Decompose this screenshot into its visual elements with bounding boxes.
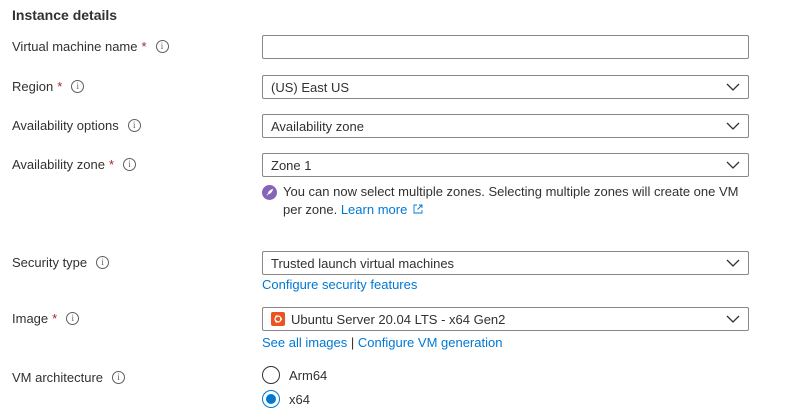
region-label-text: Region <box>12 79 54 94</box>
radio-label: x64 <box>289 391 310 407</box>
ubuntu-icon <box>271 312 285 326</box>
vm-name-input[interactable] <box>263 36 748 58</box>
info-icon[interactable]: i <box>96 256 110 269</box>
multi-zone-note: You can now select multiple zones. Selec… <box>262 183 752 219</box>
required-asterisk: * <box>141 39 147 54</box>
link-separator: | <box>350 335 355 350</box>
required-asterisk: * <box>108 157 115 172</box>
configure-security-features-link[interactable]: Configure security features <box>262 277 417 292</box>
image-label: Image * i <box>12 311 80 326</box>
radio-option-x64[interactable]: x64 <box>262 390 310 408</box>
image-links: See all images | Configure VM generation <box>262 335 502 350</box>
chevron-down-icon <box>718 308 748 330</box>
availability-options-dropdown[interactable]: Availability zone <box>262 114 749 138</box>
vm-name-label: Virtual machine name * i <box>12 39 169 54</box>
availability-zone-value: Zone 1 <box>271 157 312 173</box>
vm-architecture-label: VM architecture i <box>12 370 126 385</box>
vm-name-label-text: Virtual machine name <box>12 39 138 54</box>
rocket-icon <box>262 185 277 200</box>
availability-options-label: Availability options i <box>12 118 141 133</box>
image-dropdown[interactable]: Ubuntu Server 20.04 LTS - x64 Gen2 <box>262 307 749 331</box>
learn-more-text: Learn more <box>340 202 408 217</box>
vm-name-field[interactable] <box>262 35 749 59</box>
info-icon[interactable]: i <box>155 40 169 53</box>
region-dropdown[interactable]: (US) East US <box>262 75 749 99</box>
security-type-label-text: Security type <box>12 255 88 270</box>
info-icon[interactable]: i <box>66 312 80 325</box>
security-type-label: Security type i <box>12 255 110 270</box>
region-value: (US) East US <box>271 79 350 95</box>
security-type-value: Trusted launch virtual machines <box>271 255 455 271</box>
info-icon[interactable]: i <box>71 80 85 93</box>
chevron-down-icon <box>718 154 748 176</box>
note-body: You can now select multiple zones. Selec… <box>283 183 752 219</box>
radio-button-selected[interactable] <box>262 390 280 408</box>
security-type-dropdown[interactable]: Trusted launch virtual machines <box>262 251 749 275</box>
required-asterisk: * <box>57 79 63 94</box>
radio-option-arm64[interactable]: Arm64 <box>262 366 327 384</box>
info-icon[interactable]: i <box>112 371 126 384</box>
info-icon[interactable]: i <box>123 158 137 171</box>
required-asterisk: * <box>52 311 58 326</box>
availability-options-label-text: Availability options <box>12 118 119 133</box>
vm-architecture-label-text: VM architecture <box>12 370 104 385</box>
section-title: Instance details <box>12 7 118 23</box>
availability-options-value: Availability zone <box>271 118 364 134</box>
image-label-text: Image <box>12 311 49 326</box>
info-icon[interactable]: i <box>127 119 141 132</box>
learn-more-link[interactable]: Learn more <box>341 202 423 217</box>
image-value: Ubuntu Server 20.04 LTS - x64 Gen2 <box>291 311 506 327</box>
region-label: Region * i <box>12 79 85 94</box>
see-all-images-link[interactable]: See all images <box>262 335 347 350</box>
radio-label: Arm64 <box>289 367 328 383</box>
chevron-down-icon <box>718 252 748 274</box>
availability-zone-label-text: Availability zone <box>12 157 105 172</box>
external-link-icon <box>413 204 423 214</box>
chevron-down-icon <box>718 76 748 98</box>
availability-zone-label: Availability zone * i <box>12 157 137 172</box>
availability-zone-dropdown[interactable]: Zone 1 <box>262 153 749 177</box>
radio-button[interactable] <box>262 366 280 384</box>
chevron-down-icon <box>718 115 748 137</box>
configure-vm-generation-link[interactable]: Configure VM generation <box>358 335 503 350</box>
